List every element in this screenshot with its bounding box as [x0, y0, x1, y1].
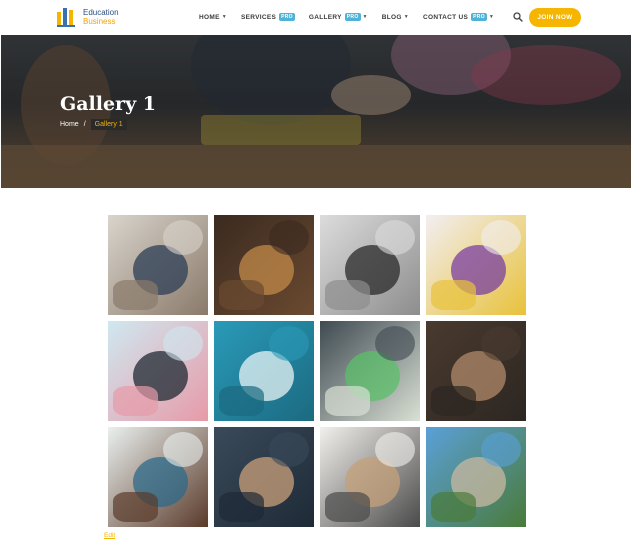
gallery-image-student-glasses[interactable]	[426, 321, 526, 421]
gallery-image-paint-palette[interactable]	[320, 321, 420, 421]
pro-badge: PRO	[344, 13, 361, 21]
gallery-image-woman-laptop[interactable]	[214, 427, 314, 527]
edit-link[interactable]: Edit	[104, 532, 115, 539]
nav-item-label: BLOG	[381, 13, 402, 21]
nav-item-gallery[interactable]: GALLERY PRO ▼	[309, 13, 368, 21]
gallery-image-palm-leaf[interactable]	[214, 321, 314, 421]
gallery-image-colored-pencils[interactable]	[426, 215, 526, 315]
gallery-image-students-writing[interactable]	[108, 215, 208, 315]
gallery-image-library-hall[interactable]	[214, 215, 314, 315]
breadcrumb-separator: /	[83, 121, 86, 128]
pro-badge: PRO	[279, 13, 295, 21]
nav-item-services[interactable]: SERVICES PRO	[241, 13, 295, 21]
gallery-image-university-building[interactable]	[426, 427, 526, 527]
page-title: Gallery 1	[60, 93, 156, 115]
gallery-image-classroom-screen[interactable]	[320, 215, 420, 315]
chevron-down-icon: ▼	[403, 14, 410, 20]
nav-item-label: CONTACT US	[423, 13, 469, 21]
chevron-down-icon: ▼	[362, 14, 368, 20]
nav-item-contact-us[interactable]: CONTACT US PRO ▼	[423, 13, 494, 21]
site-header: Education Business HOME ▼ SERVICES PRO GALLE…	[0, 0, 632, 35]
breadcrumb-current: Gallery 1	[90, 119, 127, 130]
search-icon[interactable]	[513, 12, 523, 22]
logo-icon	[57, 8, 77, 27]
gallery-image-pencil-cup[interactable]	[108, 321, 208, 421]
chevron-down-icon: ▼	[488, 14, 495, 20]
chevron-down-icon: ▼	[221, 14, 227, 20]
site-logo[interactable]: Education Business	[57, 8, 119, 27]
nav-item-label: HOME	[199, 13, 220, 21]
nav-item-label: GALLERY	[308, 13, 342, 21]
nav-item-home[interactable]: HOME ▼	[199, 14, 227, 21]
main-nav: HOME ▼ SERVICES PRO GALLERY PRO ▼ BLOG ▼ CONTACT …	[199, 13, 508, 21]
join-now-button[interactable]: JOIN NOW	[529, 8, 581, 27]
breadcrumb: Home / Gallery 1	[60, 119, 127, 130]
gallery-image-group-table[interactable]	[320, 427, 420, 527]
logo-line2: Business	[83, 17, 116, 26]
pro-badge: PRO	[471, 13, 487, 21]
nav-item-blog[interactable]: BLOG ▼	[382, 14, 409, 21]
breadcrumb-home-link[interactable]: Home	[60, 121, 79, 128]
logo-line1: Education	[83, 8, 119, 17]
nav-item-label: SERVICES	[240, 13, 277, 21]
page-hero: Gallery 1 Home / Gallery 1	[1, 35, 631, 188]
gallery-image-girl-studying[interactable]	[108, 427, 208, 527]
